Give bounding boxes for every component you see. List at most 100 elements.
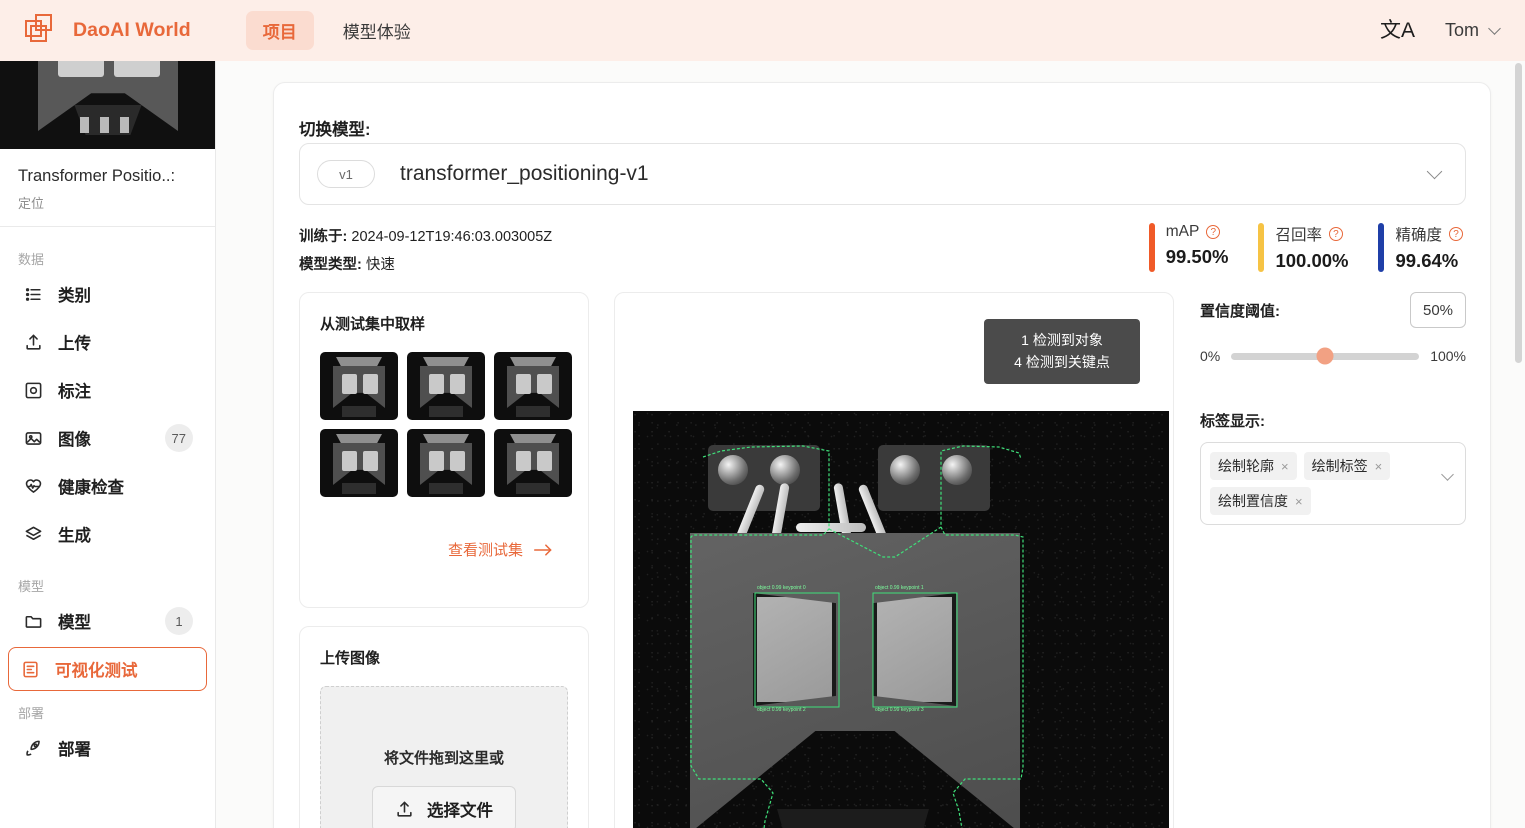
metric-value: 99.64% [1395,250,1459,271]
nav-right-group: 文A Tom [1380,20,1501,41]
metric-name-row: 精确度 ? [1395,223,1463,245]
slider-min-label: 0% [1200,348,1221,364]
metrics-group: mAP ? 99.50% 召回率 ? 100.00% 精确度 ? 99.64% [1148,223,1463,272]
nav-tab-model-experience[interactable]: 模型体验 [326,11,428,50]
upload-image-panel: 上传图像 将文件拖到这里或 选择文件 [299,626,589,828]
sidebar-item-label: 图像 [58,431,91,449]
remove-tag-icon[interactable]: × [1375,459,1383,474]
project-title: Transformer Positio..: [18,167,176,185]
confidence-slider-row: 0% 100% [1200,347,1466,365]
file-dropzone[interactable]: 将文件拖到这里或 选择文件 [320,686,568,828]
label-tag-draw-confidence: 绘制置信度 × [1210,487,1311,515]
sidebar-item-badge: 77 [164,424,193,452]
language-icon[interactable]: 文A [1380,20,1415,41]
sidebar-item-generate[interactable]: 生成 [10,512,205,556]
metric-precision: 精确度 ? 99.64% [1378,223,1463,272]
confidence-value-input[interactable]: 50% [1410,292,1466,328]
sample-thumbnail[interactable] [494,429,572,497]
detected-objects-text: 1 检测到对象 [1021,332,1103,348]
trained-on-row: 训练于: 2024-09-12T19:46:03.003005Z [299,225,552,246]
app-logo-icon[interactable] [25,13,59,48]
user-menu[interactable]: Tom [1445,20,1501,41]
keypoint-label: object 0.99 keypoint 3 [875,707,924,713]
model-select-dropdown[interactable]: v1 transformer_positioning-v1 [299,143,1466,205]
annotate-icon [22,379,44,401]
image-icon [22,427,44,449]
sidebar-item-images[interactable]: 图像 77 [10,416,205,460]
upload-icon [22,331,44,353]
metric-recall: 召回率 ? 100.00% [1258,223,1348,272]
detection-viewer: 1 检测到对象 4 检测到关键点 object 0.99 keypoint 0 … [614,292,1174,828]
chevron-down-icon[interactable] [1441,468,1454,481]
sidebar-navigation: 数据 类别 上传 标注 图像 77 健康检查 生成 模型 模型 1 可视化测试 … [0,227,215,770]
label-tag-draw-label: 绘制标签 × [1303,452,1391,480]
sidebar-item-categories[interactable]: 类别 [10,272,205,316]
metric-map: mAP ? 99.50% [1148,223,1229,272]
sidebar-section-model-label: 模型 [18,579,45,594]
trained-on-label: 训练于: [299,229,348,245]
metric-name: mAP [1165,223,1200,240]
top-navigation-bar: DaoAI World 项目 模型体验 文A Tom [0,0,1525,61]
metric-value: 99.50% [1165,246,1229,267]
sidebar-item-models[interactable]: 模型 1 [10,599,205,643]
project-header: Transformer Positio..: 定位 [0,149,215,227]
tag-label: 绘制轮廓 [1218,458,1274,474]
sidebar-item-label: 类别 [58,287,91,305]
view-test-set-link[interactable]: 查看测试集 [448,539,553,560]
confidence-slider[interactable] [1231,347,1420,365]
remove-tag-icon[interactable]: × [1281,459,1289,474]
slider-thumb[interactable] [1316,347,1334,365]
tag-label: 绘制标签 [1311,458,1368,474]
metric-name-row: 召回率 ? [1275,223,1348,245]
model-type-label: 模型类型: [299,257,362,273]
sidebar-item-label: 标注 [58,383,91,401]
sidebar-item-deploy[interactable]: 部署 [10,726,205,770]
metric-name: 精确度 [1395,227,1442,244]
dropzone-text: 将文件拖到这里或 [383,750,504,767]
sample-thumbnail[interactable] [320,429,398,497]
help-icon[interactable]: ? [1328,227,1343,241]
sidebar-item-label: 可视化测试 [55,662,138,680]
metric-color-bar [1378,223,1385,272]
tag-label: 绘制置信度 [1218,493,1288,509]
project-banner-image [0,61,215,149]
detection-image[interactable]: object 0.99 keypoint 0 object 0.99 keypo… [633,411,1169,828]
sidebar-item-label: 模型 [58,614,91,632]
metric-name: 召回率 [1275,227,1322,244]
page-scrollbar[interactable] [1515,63,1522,363]
label-display-title: 标签显示: [1200,413,1265,430]
upload-panel-title: 上传图像 [320,650,381,667]
sample-thumbnail[interactable] [320,352,398,420]
project-subtitle: 定位 [18,196,45,211]
sample-thumbnail[interactable] [407,429,485,497]
sidebar-item-visual-test[interactable]: 可视化测试 [8,647,207,691]
remove-tag-icon[interactable]: × [1295,494,1303,509]
confidence-threshold-label: 置信度阈值: [1200,302,1280,320]
help-icon[interactable]: ? [1449,227,1463,241]
metric-value: 100.00% [1275,250,1349,271]
heartbeat-icon [22,475,44,497]
sidebar-item-label: 健康检查 [58,479,124,497]
nav-tab-projects[interactable]: 项目 [245,11,314,50]
core-window-left [753,593,836,706]
sidebar-item-label: 生成 [58,527,91,545]
label-display-multiselect[interactable]: 绘制轮廓 × 绘制标签 × 绘制置信度 × [1200,442,1466,525]
sidebar-item-label: 上传 [58,335,91,353]
test-set-sample-panel: 从测试集中取样 查看测试集 [299,292,589,608]
sidebar-item-upload[interactable]: 上传 [10,320,205,364]
sidebar-item-annotate[interactable]: 标注 [10,368,205,412]
model-version-badge: v1 [317,160,375,188]
sample-thumbnail[interactable] [494,352,572,420]
rocket-icon [22,737,44,759]
sample-thumbnail[interactable] [407,352,485,420]
model-type-value: 快速 [365,257,395,273]
sidebar-section-data-label: 数据 [18,252,45,267]
view-test-set-label: 查看测试集 [448,542,524,559]
help-icon[interactable]: ? [1206,225,1221,239]
chevron-down-icon [1426,163,1443,179]
layers-icon [22,523,44,545]
sidebar-item-health-check[interactable]: 健康检查 [10,464,205,508]
main-content: 切换模型: v1 transformer_positioning-v1 训练于:… [216,61,1525,828]
choose-file-button[interactable]: 选择文件 [372,786,516,828]
choose-file-label: 选择文件 [427,802,493,820]
